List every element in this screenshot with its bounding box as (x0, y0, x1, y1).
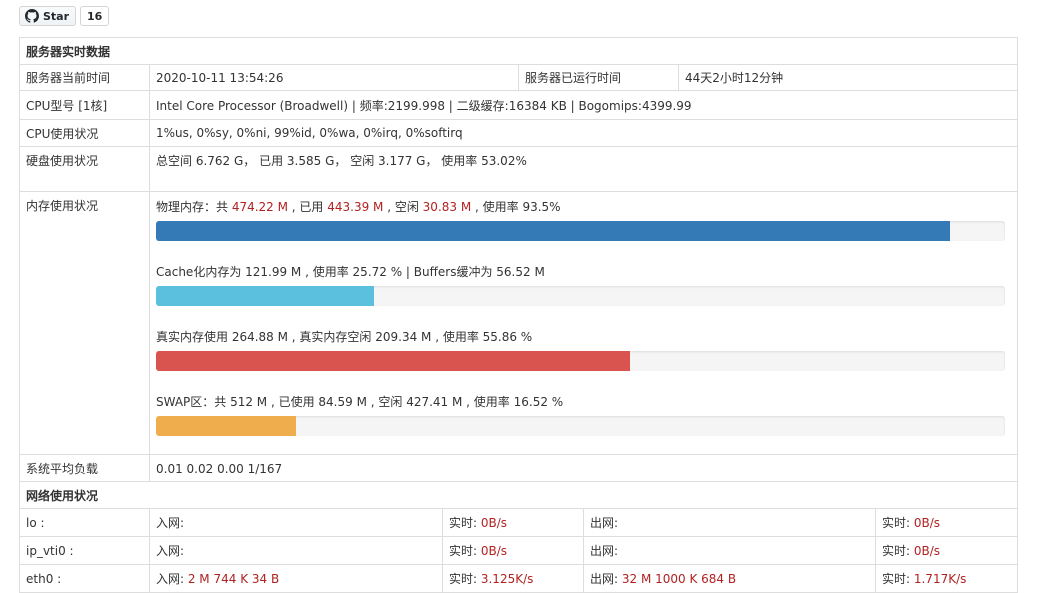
swap-memory-text: SWAP区：共 512 M , 已使用 84.59 M , 空闲 427.41 … (156, 395, 564, 409)
memory-label: 内存使用状况 (19, 191, 150, 455)
out-label: 出网: (590, 572, 622, 586)
real-memory-block: 真实内存使用 264.88 M , 真实内存空闲 209.34 M , 使用率 … (156, 328, 1011, 379)
load-label: 系统平均负载 (19, 454, 150, 483)
in-label: 入网: (156, 544, 185, 558)
cache-memory-progress (156, 286, 1005, 306)
cpu-model-value: Intel Core Processor (Broadwell) | 频率:21… (149, 90, 1018, 120)
github-star-button[interactable]: Star (19, 6, 77, 26)
cache-memory-text: Cache化内存为 121.99 M , 使用率 25.72 % | Buffe… (156, 265, 545, 279)
in-cell: 入网: (149, 536, 443, 565)
physical-memory-block: 物理内存：共 474.22 M , 已用 443.39 M , 空闲 30.83… (156, 198, 1011, 249)
swap-memory-block: SWAP区：共 512 M , 已使用 84.59 M , 空闲 427.41 … (156, 393, 1011, 454)
real-memory-bar (156, 351, 631, 371)
rt-out-label: 实时: (882, 572, 914, 586)
rt-out-cell: 实时: 0B/s (875, 536, 1018, 565)
in-value: 2 M 744 K 34 B (187, 572, 280, 586)
server-time-value: 2020-10-11 13:54:26 (149, 64, 519, 91)
iface-name: lo : (19, 508, 150, 537)
github-star-widget: Star 16 (19, 6, 110, 26)
physical-used-prefix: , 已用 (287, 200, 328, 214)
rt-out-label: 实时: (882, 516, 914, 530)
physical-free: 30.83 M (422, 200, 472, 214)
disk-value: 总空间 6.762 G， 已用 3.585 G， 空闲 3.177 G， 使用率… (149, 146, 1018, 192)
out-cell: 出网: 32 M 1000 K 684 B (583, 564, 876, 593)
swap-memory-progress (156, 416, 1005, 436)
rt-out-value: 0B/s (913, 544, 941, 558)
network-row: eth0 : 入网: 2 M 744 K 34 B 实时: 3.125K/s 出… (19, 564, 1018, 593)
rt-in-cell: 实时: 0B/s (442, 508, 584, 537)
out-cell: 出网: (583, 508, 876, 537)
disk-label: 硬盘使用状况 (19, 146, 150, 192)
iface-name: ip_vti0 : (19, 536, 150, 565)
realtime-title: 服务器实时数据 (19, 37, 1018, 65)
out-label: 出网: (590, 516, 619, 530)
network-title: 网络使用状况 (19, 481, 1018, 509)
rt-out-label: 实时: (882, 544, 914, 558)
in-cell: 入网: (149, 508, 443, 537)
physical-prefix: 物理内存：共 (156, 200, 232, 214)
uptime-value: 44天2小时12分钟 (678, 64, 1018, 91)
physical-used: 443.39 M (327, 200, 384, 214)
physical-memory-progress (156, 221, 1005, 241)
real-memory-text: 真实内存使用 264.88 M , 真实内存空闲 209.34 M , 使用率 … (156, 330, 533, 344)
rt-in-value: 0B/s (480, 544, 508, 558)
rt-out-value: 1.717K/s (913, 572, 967, 586)
in-label: 入网: (156, 572, 188, 586)
rt-in-value: 3.125K/s (480, 572, 534, 586)
realtime-table: 服务器实时数据 服务器当前时间 2020-10-11 13:54:26 服务器已… (19, 37, 1018, 483)
out-label: 出网: (590, 544, 619, 558)
out-cell: 出网: (583, 536, 876, 565)
star-count[interactable]: 16 (80, 6, 110, 26)
rt-out-cell: 实时: 0B/s (875, 508, 1018, 537)
rt-in-value: 0B/s (480, 516, 508, 530)
rt-out-cell: 实时: 1.717K/s (875, 564, 1018, 593)
load-value: 0.01 0.02 0.00 1/167 (149, 454, 1018, 483)
cpu-usage-label: CPU使用状况 (19, 119, 150, 147)
physical-memory-bar (156, 221, 950, 241)
real-memory-progress (156, 351, 1005, 371)
rt-in-label: 实时: (449, 516, 481, 530)
physical-memory-text: 物理内存：共 474.22 M , 已用 443.39 M , 空闲 30.83… (156, 198, 1011, 215)
memory-cell: 物理内存：共 474.22 M , 已用 443.39 M , 空闲 30.83… (149, 191, 1018, 455)
rt-in-cell: 实时: 0B/s (442, 536, 584, 565)
swap-memory-bar (156, 416, 297, 436)
cache-memory-bar (156, 286, 375, 306)
rt-in-label: 实时: (449, 544, 481, 558)
network-row: lo : 入网: 实时: 0B/s 出网: 实时: 0B/s (19, 508, 1018, 537)
github-icon (25, 9, 39, 23)
rt-in-label: 实时: (449, 572, 481, 586)
network-table: 网络使用状况 lo : 入网: 实时: 0B/s 出网: 实时: 0B/s ip… (19, 481, 1018, 593)
physical-free-prefix: , 空闲 (383, 200, 423, 214)
in-cell: 入网: 2 M 744 K 34 B (149, 564, 443, 593)
cpu-model-label: CPU型号 [1核] (19, 90, 150, 120)
physical-total: 474.22 M (231, 200, 288, 214)
out-value: 32 M 1000 K 684 B (621, 572, 737, 586)
network-row: ip_vti0 : 入网: 实时: 0B/s 出网: 实时: 0B/s (19, 536, 1018, 565)
star-label: Star (43, 9, 70, 23)
cpu-usage-value: 1%us, 0%sy, 0%ni, 99%id, 0%wa, 0%irq, 0%… (149, 119, 1018, 147)
server-time-label: 服务器当前时间 (19, 64, 150, 91)
physical-suffix: , 使用率 93.5% (471, 200, 561, 214)
iface-name: eth0 : (19, 564, 150, 593)
rt-out-value: 0B/s (913, 516, 941, 530)
rt-in-cell: 实时: 3.125K/s (442, 564, 584, 593)
uptime-label: 服务器已运行时间 (518, 64, 679, 91)
in-label: 入网: (156, 516, 185, 530)
cache-memory-block: Cache化内存为 121.99 M , 使用率 25.72 % | Buffe… (156, 263, 1011, 314)
